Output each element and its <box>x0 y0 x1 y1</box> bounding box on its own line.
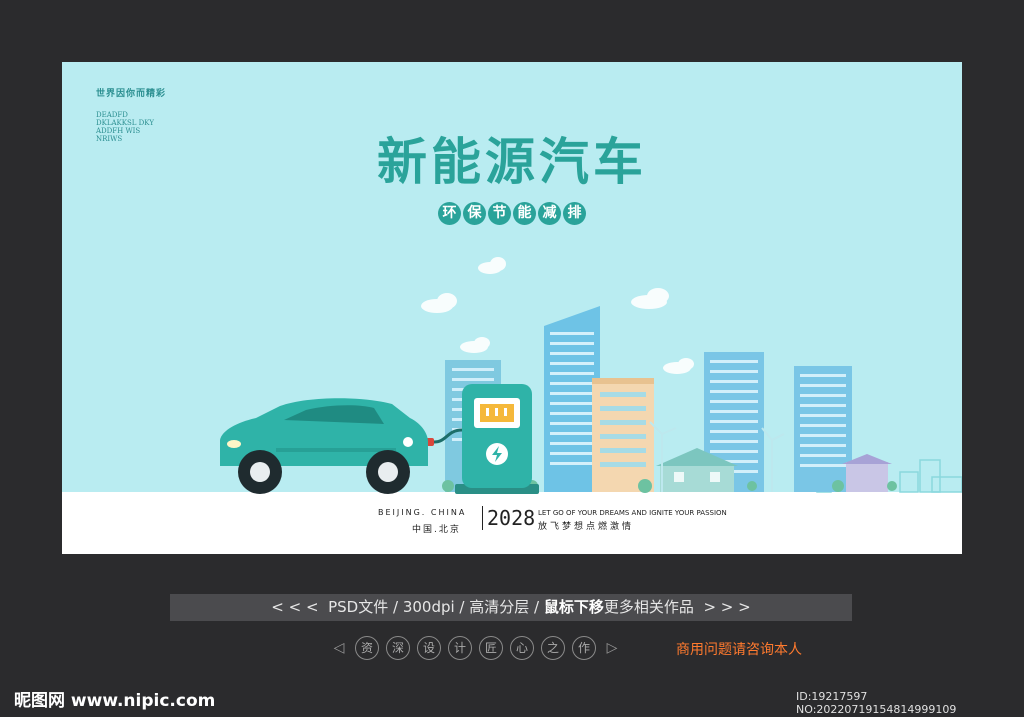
badge-char: 设 <box>417 636 441 660</box>
designer-badges: ◁ 资 深 设 计 匠 心 之 作 ▷ <box>330 636 621 660</box>
poster: 世界因你而精彩 DEADFD DKLAKKSL DKY ADDFH WIS NR… <box>62 62 962 554</box>
poster-subtitle: 环 保 节 能 减 排 <box>62 202 962 225</box>
badge-char: 之 <box>541 636 565 660</box>
corner-line: DEADFD <box>96 111 128 119</box>
subtitle-char: 节 <box>488 202 511 225</box>
footer-city-cn: 中国.北京 <box>412 525 461 535</box>
poster-title: 新能源汽车 <box>377 133 647 191</box>
badge-char: 心 <box>510 636 534 660</box>
file-format: PSD文件 <box>328 598 389 616</box>
right-arrows-icon: > > > <box>703 598 751 616</box>
subtitle-char: 减 <box>538 202 561 225</box>
more-works-link[interactable]: 更多相关作品 <box>604 598 694 616</box>
corner-tagline: 世界因你而精彩 <box>96 89 167 99</box>
badge-char: 计 <box>448 636 472 660</box>
dpi: 300dpi <box>402 598 455 616</box>
building <box>794 366 852 492</box>
left-arrows-icon: < < < <box>271 598 319 616</box>
site-logo[interactable]: 昵图网 www.nipic.com <box>14 686 215 711</box>
layers: 高清分层 <box>469 598 530 616</box>
badge-char: 深 <box>386 636 410 660</box>
subtitle-char: 保 <box>463 202 486 225</box>
badge-char: 匠 <box>479 636 503 660</box>
car <box>220 398 428 494</box>
footer-year: 2028 <box>482 506 535 530</box>
prev-arrow-icon[interactable]: ◁ <box>330 640 348 656</box>
subtitle-char: 排 <box>563 202 586 225</box>
badge-char: 作 <box>572 636 596 660</box>
subtitle-char: 环 <box>438 202 461 225</box>
corner-line: DKLAKKSL DKY <box>96 119 154 127</box>
footer-slogan-en: LET GO OF YOUR DREAMS AND IGNITE YOUR PA… <box>538 509 727 517</box>
building <box>592 378 654 492</box>
mouse-hint: 鼠标下移 <box>543 598 604 616</box>
footer-city-en: BEIJING. CHINA <box>378 508 467 517</box>
info-bar: < < < PSD文件 / 300dpi / 高清分层 / 鼠标下移更多相关作品… <box>170 594 852 621</box>
image-id: ID:19217597 NO:20220719154814999109 <box>796 690 957 716</box>
contact-link[interactable]: 商用问题请咨询本人 <box>676 639 802 659</box>
next-arrow-icon[interactable]: ▷ <box>603 640 621 656</box>
footer-slogan-cn: 放飞梦想点燃激情 <box>538 522 635 532</box>
subtitle-char: 能 <box>513 202 536 225</box>
charging-station <box>455 384 539 494</box>
badge-char: 资 <box>355 636 379 660</box>
building <box>544 306 600 492</box>
